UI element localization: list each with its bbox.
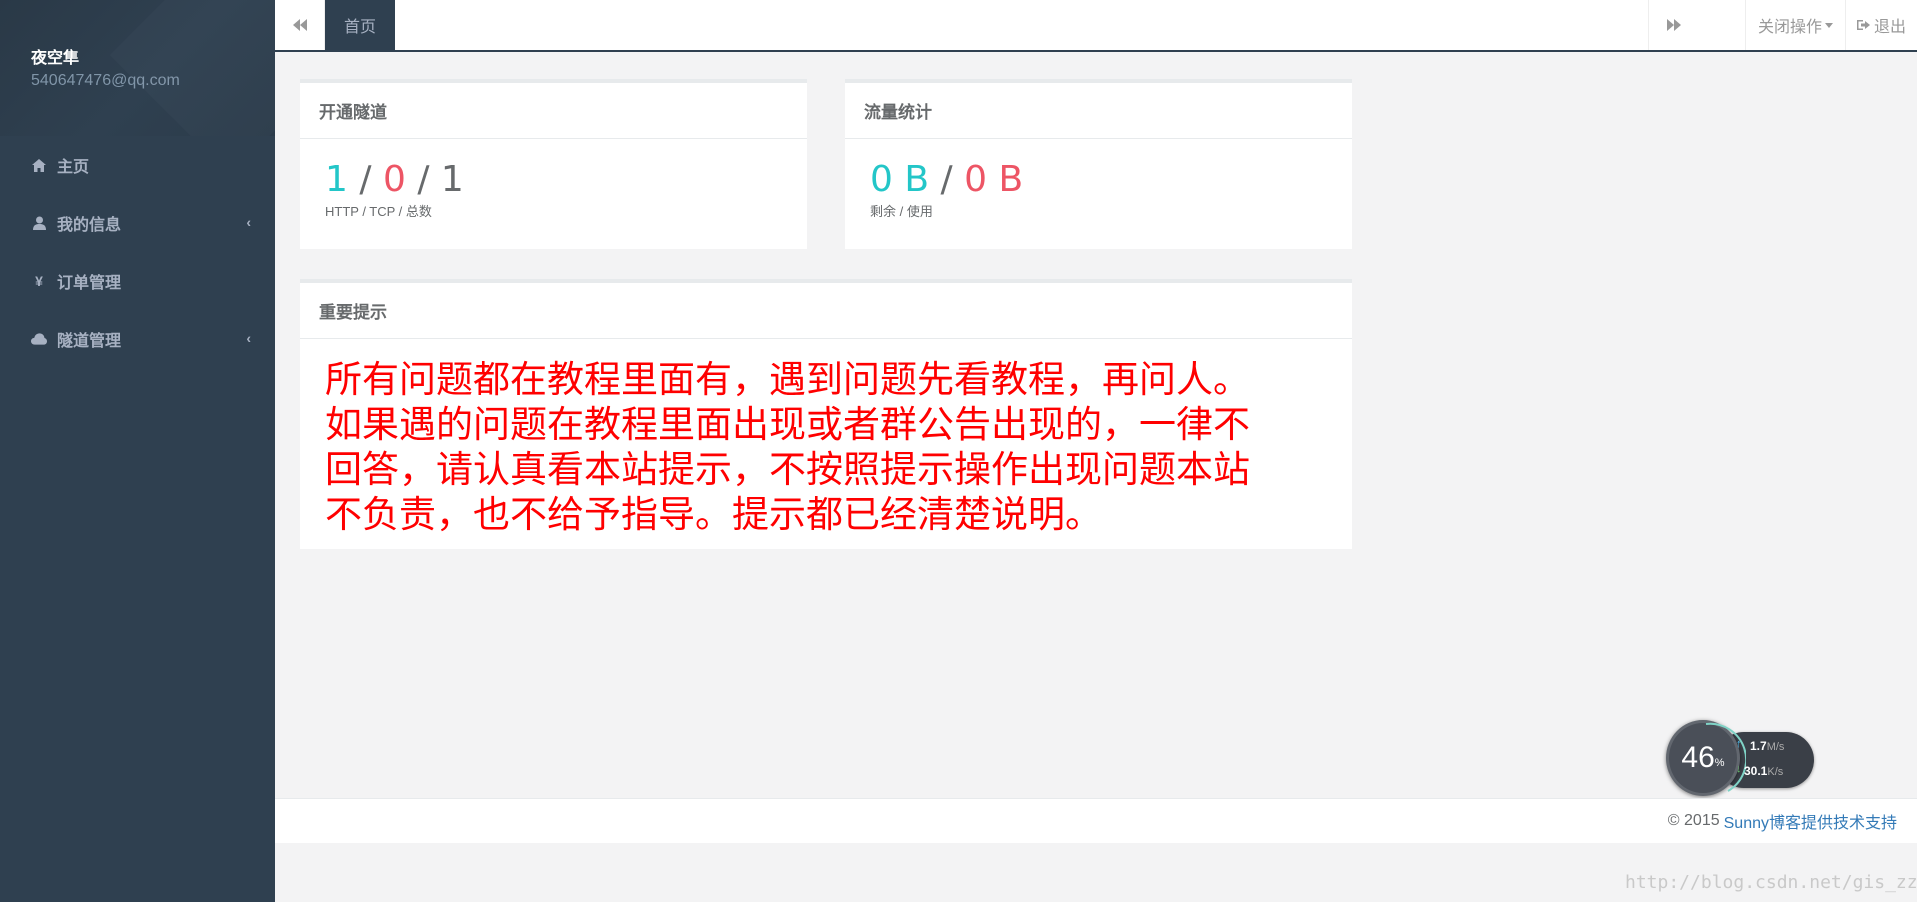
tunnels-panel: 开通隧道 1 / 0 / 1 HTTP / TCP / 总数	[300, 79, 807, 249]
tcp-count: 0	[382, 159, 406, 200]
download-speed: 30.1K/s	[1744, 764, 1783, 778]
used-traffic: 0 B	[964, 159, 1024, 200]
tunnels-caption: HTTP / TCP / 总数	[325, 204, 432, 219]
sidebar-item-label: 订单管理	[57, 275, 122, 292]
chevron-left-icon: ‹	[246, 214, 251, 230]
download-arrow-icon: ↓	[1736, 763, 1742, 775]
double-chevron-left-icon	[292, 19, 307, 31]
network-speed-widget[interactable]: 46% ↑ 1.7M/s ↓ 30.1K/s	[1666, 720, 1816, 798]
sidebar-item-label: 我的信息	[57, 217, 122, 234]
chevron-left-icon: ‹	[246, 330, 251, 346]
close-operations-label: 关闭操作	[1757, 19, 1822, 36]
upload-value: 1.7	[1750, 739, 1767, 753]
caret-down-icon	[1825, 22, 1833, 28]
yen-icon: ¥	[35, 273, 43, 289]
http-count: 1	[325, 159, 348, 200]
download-value: 30.1	[1744, 764, 1768, 778]
user-icon	[31, 216, 47, 230]
remaining-traffic: 0 B	[870, 159, 930, 200]
tab-home[interactable]: 首页	[325, 0, 395, 50]
sidebar-item-orders[interactable]: ¥ 订单管理	[0, 252, 275, 310]
traffic-stat: 0 B / 0 B 剩余 / 使用	[845, 139, 1352, 220]
upload-unit: M/s	[1766, 741, 1785, 753]
sidebar-item-label: 主页	[57, 159, 90, 176]
sidebar-item-home[interactable]: 主页	[0, 136, 275, 194]
home-icon	[31, 158, 47, 172]
cloud-icon	[31, 333, 47, 345]
tunnels-stat: 1 / 0 / 1 HTTP / TCP / 总数	[300, 139, 807, 220]
panel-title: 重要提示	[300, 283, 1352, 339]
watermark: http://blog.csdn.net/gis_zzu	[1625, 872, 1917, 893]
sidebar: 夜空隼 540647476@qq.com 主页 我的信息 ‹ ¥ 订单管理 隧道…	[0, 0, 275, 902]
separator: /	[417, 159, 430, 200]
upload-arrow-icon: ↑	[1736, 738, 1742, 750]
copyright: © 2015	[1667, 812, 1720, 829]
user-profile: 夜空隼 540647476@qq.com	[0, 0, 275, 136]
logout-label: 退出	[1873, 19, 1906, 36]
sidebar-item-label: 隧道管理	[57, 333, 122, 350]
panel-title: 流量统计	[845, 83, 1352, 139]
scroll-tabs-left-button[interactable]	[275, 0, 325, 50]
sign-out-icon	[1856, 20, 1870, 30]
download-unit: K/s	[1767, 766, 1784, 778]
sidebar-item-tunnels[interactable]: 隧道管理 ‹	[0, 310, 275, 368]
notice-panel: 重要提示 所有问题都在教程里面有，遇到问题先看教程，再问人。如果遇的问题在教程里…	[300, 279, 1352, 549]
scroll-tabs-right-button[interactable]	[1648, 0, 1698, 50]
traffic-panel: 流量统计 0 B / 0 B 剩余 / 使用	[845, 79, 1352, 249]
double-chevron-right-icon	[1666, 19, 1681, 31]
logout-button[interactable]: 退出	[1845, 0, 1917, 50]
close-operations-dropdown[interactable]: 关闭操作	[1745, 0, 1845, 50]
traffic-caption: 剩余 / 使用	[870, 204, 933, 219]
top-navbar: 首页 关闭操作 退出	[275, 0, 1917, 52]
footer: © 2015 Sunny博客提供技术支持	[275, 798, 1917, 843]
panel-title: 开通隧道	[300, 83, 807, 139]
notice-text: 所有问题都在教程里面有，遇到问题先看教程，再问人。如果遇的问题在教程里面出现或者…	[325, 359, 1250, 535]
support-link[interactable]: Sunny博客提供技术支持	[1724, 809, 1897, 833]
separator: /	[359, 159, 372, 200]
sidebar-item-my-info[interactable]: 我的信息 ‹	[0, 194, 275, 252]
user-name[interactable]: 夜空隼	[31, 48, 275, 70]
separator: /	[940, 159, 953, 200]
total-count: 1	[440, 159, 464, 200]
user-email: 540647476@qq.com	[31, 72, 180, 89]
usage-ring	[1705, 722, 1746, 792]
upload-speed: 1.7M/s	[1750, 739, 1784, 753]
